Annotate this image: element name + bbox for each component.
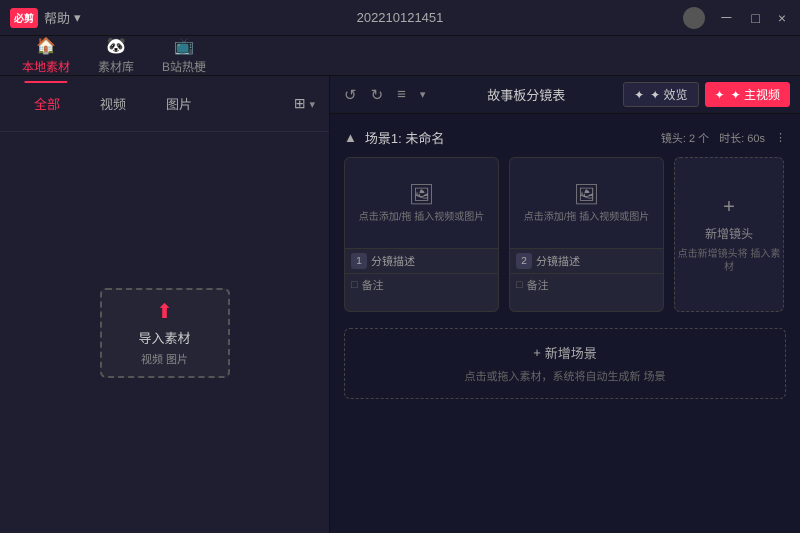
menu-button[interactable]: ≡	[393, 84, 410, 105]
shot-label-1[interactable]: 分镜描述	[371, 253, 415, 269]
shot-preview-2[interactable]: 🖼 点击添加/拖 插入视频或图片	[510, 158, 663, 248]
shot-number-1: 1	[351, 253, 367, 269]
import-icon: ⬆	[156, 299, 173, 324]
shot-note-row-1: □ 备注	[345, 273, 498, 296]
plus-icon: +	[723, 196, 735, 219]
maximize-button[interactable]: □	[747, 10, 763, 26]
sidebar-item-image[interactable]: 图片	[146, 88, 212, 119]
scene-title: 场景1: 未命名	[365, 128, 444, 147]
tab-bar: 🏠 本地素材 🐼 素材库 📺 B站热梗	[0, 36, 800, 76]
star-icon-2: ✦	[715, 88, 725, 102]
undo-button[interactable]: ↺	[340, 84, 361, 106]
close-button[interactable]: ×	[774, 10, 790, 26]
logo-icon: 必剪	[10, 8, 38, 28]
window-title: 202210121451	[357, 10, 444, 25]
preview-button[interactable]: ✦ ✦ 效览	[623, 82, 698, 107]
minimize-button[interactable]: －	[715, 8, 737, 28]
main-layout: 全部 视频 图片 ⊞ ▾ ⬆ 导入素材	[0, 76, 800, 533]
redo-button[interactable]: ↻	[367, 84, 388, 106]
sidebar-item-all[interactable]: 全部	[14, 88, 80, 119]
shot-number-2: 2	[516, 253, 532, 269]
tab-local-material[interactable]: 🏠 本地素材	[10, 32, 82, 79]
chevron-down-icon[interactable]: ▾	[416, 86, 430, 103]
home-icon: 🏠	[36, 36, 56, 56]
shot-card-1: 🖼 点击添加/拖 插入视频或图片 1 分镜描述 □ 备注	[344, 157, 499, 312]
add-shot-button[interactable]: + 新增镜头 点击新增镜头将 插入素材	[674, 157, 784, 312]
main-video-button[interactable]: ✦ ✦ 主视频	[705, 82, 790, 107]
image-placeholder-icon: 🖼	[409, 182, 434, 207]
shot-label-2[interactable]: 分镜描述	[536, 253, 580, 269]
shot-label-row-2: 2 分镜描述	[510, 248, 663, 273]
toolbar-right-buttons: ✦ ✦ 效览 ✦ ✦ 主视频	[623, 82, 790, 107]
scene-meta: 镜头: 2 个 时长: 60s ⋮	[661, 130, 786, 146]
add-scene-subtitle: 点击或拖入素材，系统将自动生成新 场景	[464, 368, 665, 384]
storyboard: ▲ 场景1: 未命名 镜头: 2 个 时长: 60s ⋮ 🖼 点击添加/拖 插入…	[330, 114, 800, 533]
scene-header: ▲ 场景1: 未命名 镜头: 2 个 时长: 60s ⋮	[344, 128, 786, 147]
titlebar: 必剪 帮助 ▾ 202210121451 － □ ×	[0, 0, 800, 36]
tv-icon: 📺	[174, 36, 194, 56]
star-icon: ✦	[634, 88, 644, 102]
panel-toolbar: ↺ ↻ ≡ ▾ 故事板分镜表 ✦ ✦ 效览 ✦ ✦ 主视频	[330, 76, 800, 114]
window-controls: － □ ×	[683, 7, 790, 29]
help-menu[interactable]: 帮助 ▾	[44, 8, 81, 27]
sidebar-item-video[interactable]: 视频	[80, 88, 146, 119]
note-icon-2: □	[516, 279, 523, 291]
shot-label-row-1: 1 分镜描述	[345, 248, 498, 273]
more-icon[interactable]: ⋮	[775, 131, 786, 144]
sidebar-content: ⬆ 导入素材 视频 图片	[0, 132, 329, 533]
plus-icon-scene: +	[533, 345, 541, 360]
scene-1: ▲ 场景1: 未命名 镜头: 2 个 时长: 60s ⋮ 🖼 点击添加/拖 插入…	[344, 128, 786, 312]
shot-note-row-2: □ 备注	[510, 273, 663, 296]
panel-title: 故事板分镜表	[435, 85, 617, 104]
tab-bilibili-hot[interactable]: 📺 B站热梗	[150, 32, 218, 79]
app-logo: 必剪	[10, 8, 38, 28]
shot-card-2: 🖼 点击添加/拖 插入视频或图片 2 分镜描述 □ 备注	[509, 157, 664, 312]
filter-icon[interactable]: ⊞ ▾	[294, 95, 315, 112]
add-scene-title: + 新增场景	[533, 343, 597, 362]
note-icon-1: □	[351, 279, 358, 291]
chevron-down-icon: ▾	[74, 10, 81, 26]
arrow-icon[interactable]: ▲	[344, 130, 357, 145]
tab-material-library[interactable]: 🐼 素材库	[86, 32, 146, 79]
right-panel: ↺ ↻ ≡ ▾ 故事板分镜表 ✦ ✦ 效览 ✦ ✦ 主视频	[330, 76, 800, 533]
import-button[interactable]: ⬆ 导入素材 视频 图片	[100, 288, 230, 378]
shot-preview-1[interactable]: 🖼 点击添加/拖 插入视频或图片	[345, 158, 498, 248]
avatar[interactable]	[683, 7, 705, 29]
add-scene-button[interactable]: + 新增场景 点击或拖入素材，系统将自动生成新 场景	[344, 328, 786, 399]
scene-shots: 🖼 点击添加/拖 插入视频或图片 1 分镜描述 □ 备注	[344, 157, 786, 312]
image-placeholder-icon-2: 🖼	[574, 182, 599, 207]
shot-note-1[interactable]: 备注	[362, 277, 384, 293]
shot-note-2[interactable]: 备注	[527, 277, 549, 293]
sidebar-nav: 全部 视频 图片 ⊞ ▾	[0, 76, 329, 132]
panda-icon: 🐼	[106, 36, 126, 56]
sidebar: 全部 视频 图片 ⊞ ▾ ⬆ 导入素材	[0, 76, 330, 533]
